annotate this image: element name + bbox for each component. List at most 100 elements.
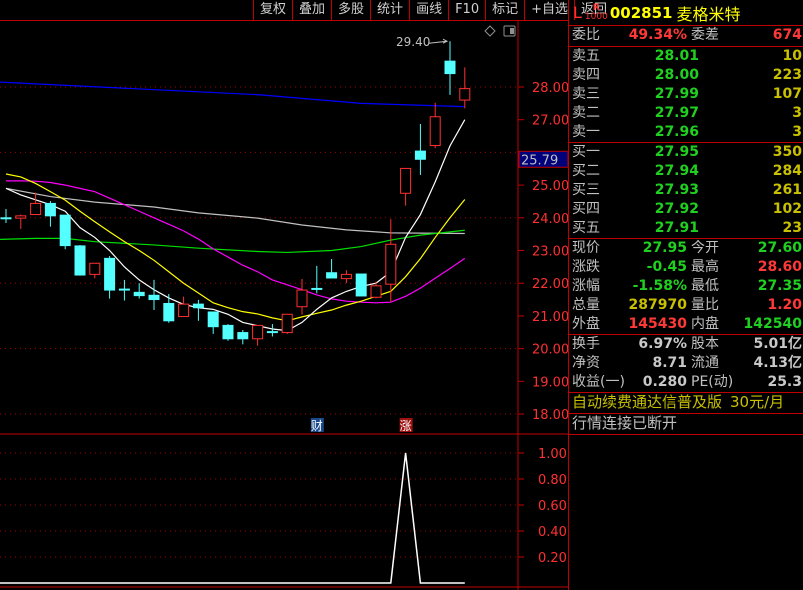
indicator-tick-label: 1.00 <box>538 447 567 462</box>
finance-label: 股本 <box>691 336 719 352</box>
sell-row: 卖二 27.97 3 <box>569 104 803 123</box>
kline-chart[interactable]: 28.00 27.00 25.00 24.00 23.00 22.00 21.00 20.00… <box>0 0 568 590</box>
finance-label: 换手 <box>572 336 600 352</box>
finance-value: 25.3 <box>767 374 802 390</box>
quote-label: 内盘 <box>691 316 719 332</box>
sell-label: 卖五 <box>572 48 600 64</box>
candle-up <box>429 116 441 147</box>
sell-price: 27.96 <box>654 124 699 140</box>
candle-up <box>89 262 101 275</box>
weicha-value: 674 <box>772 27 802 43</box>
candle-down <box>74 245 86 276</box>
candle-down <box>0 217 12 220</box>
weicha-label: 委差 <box>691 27 719 43</box>
candle-down <box>266 331 278 334</box>
event-marker-label[interactable]: 涨 <box>400 418 412 433</box>
price-tick-label: 28.00 <box>532 81 568 96</box>
quote-value: 145430 <box>628 316 687 332</box>
sell-orders: 卖五 28.01 10 卖四 28.00 223 卖三 27.99 107 卖二 27.97 3 卖一 2… <box>569 47 803 143</box>
candle-down <box>118 288 130 291</box>
quote-label: 现价 <box>572 240 600 256</box>
buy-label: 买二 <box>572 163 600 179</box>
indicator-tick-label: 0.60 <box>538 499 567 514</box>
finance-label: PE(动) <box>691 374 734 390</box>
sell-row: 卖一 27.96 3 <box>569 123 803 142</box>
stock-header: L R 1000 002851 麦格米特 <box>569 0 803 26</box>
finance-row: 换手 6.97% 股本 5.01亿 <box>569 335 803 354</box>
finance-label: 流通 <box>691 355 719 371</box>
sell-row: 卖四 28.00 223 <box>569 66 803 85</box>
buy-row: 买四 27.92 102 <box>569 200 803 219</box>
sell-volume: 107 <box>772 86 802 102</box>
stock-name: 麦格米特 <box>676 4 741 24</box>
annotation-arrow-icon <box>428 38 449 44</box>
buy-row: 买二 27.94 284 <box>569 162 803 181</box>
buy-price: 27.94 <box>654 163 699 179</box>
candle-down <box>311 287 323 290</box>
candle-up <box>340 273 352 280</box>
candle-down <box>222 324 234 340</box>
weibi-label: 委比 <box>572 27 600 43</box>
quote-value: -1.58% <box>632 278 687 294</box>
price-tick-label: 27.00 <box>532 114 568 129</box>
ma5-line <box>5 119 466 332</box>
indicator-tick-label: 0.20 <box>538 551 567 566</box>
stock-prefix: L <box>573 3 582 22</box>
buy-volume: 284 <box>772 163 802 179</box>
buy-label: 买四 <box>572 201 600 217</box>
sell-volume: 223 <box>772 67 802 83</box>
sell-volume: 10 <box>782 48 802 64</box>
event-marker-label[interactable]: 财 <box>311 419 323 433</box>
candle-up <box>296 289 308 308</box>
sell-label: 卖三 <box>572 86 600 102</box>
price-tick-label: 21.00 <box>532 310 568 325</box>
quote-row: 总量 287970 量比 1.20 <box>569 296 803 315</box>
price-tick-label: 20.00 <box>532 343 568 358</box>
quote-value: 27.60 <box>757 240 802 256</box>
sell-row: 卖三 27.99 107 <box>569 85 803 104</box>
promo-text[interactable]: 自动续费通达信普及版 <box>572 393 722 413</box>
quote-stats: 现价 27.95 今开 27.60 涨跌 -0.45 最高 28.60 涨幅 -1.58% 最低 27… <box>569 239 803 335</box>
promo-price[interactable]: 30元/月 <box>730 393 784 413</box>
sell-row: 卖五 28.01 10 <box>569 47 803 66</box>
buy-volume: 23 <box>782 220 802 236</box>
price-tick-label: 22.00 <box>532 277 568 292</box>
weibi-value: 49.34% <box>628 27 687 43</box>
buy-row: 买一 27.95 350 <box>569 143 803 162</box>
quote-value: 27.95 <box>642 240 687 256</box>
candle-up <box>459 88 471 101</box>
margin-badge: R 1000 <box>585 3 608 22</box>
finance-stats: 换手 6.97% 股本 5.01亿 净资 8.71 流通 4.13亿 收益(一) 0.280 PE(… <box>569 335 803 393</box>
candle-up <box>178 303 190 318</box>
quote-row: 现价 27.95 今开 27.60 <box>569 239 803 258</box>
sell-label: 卖四 <box>572 67 600 83</box>
candle-down <box>237 332 249 340</box>
diamond-icon[interactable] <box>484 25 496 37</box>
quote-value: -0.45 <box>646 259 687 275</box>
price-tick-label: 23.00 <box>532 245 568 260</box>
promo-row[interactable]: 自动续费通达信普及版 30元/月 <box>569 393 803 414</box>
sell-volume: 3 <box>792 124 802 140</box>
quote-row: 外盘 145430 内盘 142540 <box>569 315 803 334</box>
price-tick-label: 19.00 <box>532 375 568 390</box>
quote-label: 量比 <box>691 297 719 313</box>
finance-value: 6.97% <box>638 336 687 352</box>
buy-label: 买一 <box>572 144 600 160</box>
sell-price: 27.99 <box>654 86 699 102</box>
indicator-tick-label: 0.40 <box>538 525 567 540</box>
candle-up <box>281 313 293 334</box>
finance-row: 净资 8.71 流通 4.13亿 <box>569 354 803 373</box>
quote-row: 涨幅 -1.58% 最低 27.35 <box>569 277 803 296</box>
quote-value: 287970 <box>628 297 687 313</box>
sell-price: 27.97 <box>654 105 699 121</box>
quote-label: 涨幅 <box>572 278 600 294</box>
candle-down <box>44 202 56 217</box>
connection-status: 行情连接已断开 <box>572 414 678 432</box>
quote-value: 1.20 <box>767 297 802 313</box>
sell-label: 卖二 <box>572 105 600 121</box>
stock-code: 002851 <box>609 3 673 22</box>
finance-label: 净资 <box>572 355 600 371</box>
high-price-annotation: 29.40 <box>396 35 430 49</box>
weibi-row: 委比 49.34% 委差 674 <box>569 26 803 47</box>
quote-label: 最低 <box>691 278 719 294</box>
